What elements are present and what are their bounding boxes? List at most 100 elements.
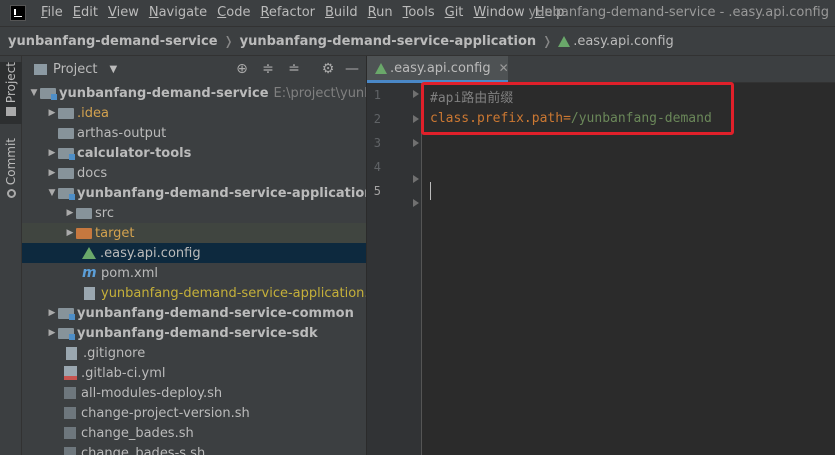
menu-view[interactable]: View bbox=[103, 0, 144, 26]
tree-row-root[interactable]: ▼ yunbanfang-demand-service E:\project\y… bbox=[22, 83, 366, 103]
module-folder-icon bbox=[58, 188, 75, 200]
breadcrumb-item-file[interactable]: .easy.api.config bbox=[573, 34, 674, 49]
chevron-right-icon[interactable]: ▶ bbox=[64, 208, 76, 218]
tree-row-target[interactable]: ▶ target bbox=[22, 223, 366, 243]
fold-marker-icon[interactable] bbox=[413, 175, 419, 183]
shell-script-icon bbox=[64, 387, 76, 399]
tree-label: yunbanfang-demand-service-application.im… bbox=[101, 285, 367, 301]
tree-label: yunbanfang-demand-service bbox=[59, 85, 269, 101]
config-file-icon bbox=[82, 247, 96, 259]
close-icon[interactable]: ✕ bbox=[499, 61, 509, 75]
fold-marker-icon[interactable] bbox=[413, 199, 419, 207]
tree-row-gitignore[interactable]: .gitignore bbox=[22, 343, 366, 363]
gear-icon[interactable]: ⚙ bbox=[320, 61, 336, 77]
hide-panel-icon[interactable]: — bbox=[344, 61, 360, 77]
tool-tab-project[interactable]: Project bbox=[0, 62, 22, 124]
menu-file[interactable]: File bbox=[36, 0, 68, 26]
tree-path: E:\project\yunbanfan bbox=[273, 85, 366, 101]
menu-run[interactable]: Run bbox=[363, 0, 398, 26]
chevron-right-icon[interactable]: ▶ bbox=[46, 108, 58, 118]
editor-gutter: 1 2 3 4 5 bbox=[367, 83, 422, 455]
config-file-icon bbox=[558, 35, 571, 47]
chevron-down-icon[interactable]: ▼ bbox=[28, 88, 40, 98]
folder-icon bbox=[6, 107, 16, 117]
folder-icon bbox=[58, 168, 74, 179]
module-folder-icon bbox=[58, 328, 75, 340]
chevron-right-icon[interactable]: ▶ bbox=[46, 168, 58, 178]
tree-label: arthas-output bbox=[77, 125, 167, 141]
chevron-right-icon[interactable]: ▶ bbox=[46, 328, 58, 338]
tree-row-docs[interactable]: ▶ docs bbox=[22, 163, 366, 183]
project-panel: Project ▼ ⊕ ≑ ≐ ⚙ — ▼ yunbanfang-demand-… bbox=[22, 56, 367, 455]
breadcrumb-item-module[interactable]: yunbanfang-demand-service-application bbox=[240, 34, 537, 49]
tree-label: yunbanfang-demand-service-common bbox=[77, 305, 354, 321]
chevron-down-icon[interactable]: ▼ bbox=[46, 188, 58, 198]
shell-script-icon bbox=[64, 447, 76, 455]
chevron-down-icon[interactable]: ▼ bbox=[109, 64, 117, 75]
module-folder-icon bbox=[58, 148, 75, 160]
menu-window[interactable]: Window bbox=[468, 0, 529, 26]
tree-row-calculator-tools[interactable]: ▶ calculator-tools bbox=[22, 143, 366, 163]
breadcrumb: yunbanfang-demand-service ❭ yunbanfang-d… bbox=[0, 26, 835, 56]
menu-code[interactable]: Code bbox=[212, 0, 255, 26]
project-panel-header: Project ▼ ⊕ ≑ ≐ ⚙ — bbox=[22, 56, 366, 83]
tree-row-all-modules-deploy[interactable]: all-modules-deploy.sh bbox=[22, 383, 366, 403]
project-tree: ▼ yunbanfang-demand-service E:\project\y… bbox=[22, 83, 367, 455]
menu-tools[interactable]: Tools bbox=[398, 0, 440, 26]
tree-label: target bbox=[95, 225, 135, 241]
line-number: 2 bbox=[373, 112, 381, 126]
tree-row-idea[interactable]: ▶ .idea bbox=[22, 103, 366, 123]
line-number: 4 bbox=[373, 160, 381, 174]
tree-row-easy-api-config[interactable]: .easy.api.config bbox=[22, 243, 366, 263]
project-panel-title[interactable]: Project bbox=[53, 62, 97, 77]
fold-marker-icon[interactable] bbox=[413, 115, 419, 123]
line-number: 5 bbox=[373, 184, 381, 198]
menu-edit[interactable]: Edit bbox=[68, 0, 103, 26]
tree-row-iml[interactable]: yunbanfang-demand-service-application.im… bbox=[22, 283, 367, 303]
menu-refactor[interactable]: Refactor bbox=[255, 0, 320, 26]
menu-git[interactable]: Git bbox=[440, 0, 469, 26]
tree-row-change-project-version[interactable]: change-project-version.sh bbox=[22, 403, 366, 423]
chevron-right-icon[interactable]: ▶ bbox=[46, 308, 58, 318]
tree-row-src[interactable]: ▶ src bbox=[22, 203, 366, 223]
maven-icon: m bbox=[82, 265, 97, 281]
folder-icon bbox=[58, 108, 74, 119]
tree-row-pom-xml[interactable]: m pom.xml bbox=[22, 263, 366, 283]
chevron-right-icon[interactable]: ▶ bbox=[46, 148, 58, 158]
folder-icon bbox=[58, 128, 74, 139]
tree-row-change-bades[interactable]: change_bades.sh bbox=[22, 423, 366, 443]
menu-build[interactable]: Build bbox=[320, 0, 363, 26]
commit-icon bbox=[6, 189, 16, 199]
iml-file-icon bbox=[84, 286, 95, 300]
tab-easy-api-config[interactable]: .easy.api.config ✕ bbox=[367, 56, 509, 83]
fold-marker-icon[interactable] bbox=[413, 90, 419, 98]
tree-row-application[interactable]: ▼ yunbanfang-demand-service-application bbox=[22, 183, 366, 203]
tree-row-gitlab-ci[interactable]: .gitlab-ci.yml bbox=[22, 363, 366, 383]
fold-marker-icon[interactable] bbox=[413, 139, 419, 147]
module-folder-icon bbox=[40, 88, 57, 100]
chevron-right-icon[interactable]: ▶ bbox=[64, 228, 76, 238]
tree-row-common[interactable]: ▶ yunbanfang-demand-service-common bbox=[22, 303, 366, 323]
menu-navigate[interactable]: Navigate bbox=[144, 0, 212, 26]
tree-label: src bbox=[95, 205, 114, 221]
tool-tab-commit[interactable]: Commit bbox=[0, 138, 22, 238]
tool-window-strip: Project Commit bbox=[0, 56, 22, 455]
breadcrumb-item-project[interactable]: yunbanfang-demand-service bbox=[8, 34, 218, 49]
tree-label: .idea bbox=[77, 105, 109, 121]
tree-row-change-bades-s[interactable]: change_bades-s.sh bbox=[22, 443, 366, 455]
locate-target-icon[interactable]: ⊕ bbox=[234, 61, 250, 77]
tree-row-sdk[interactable]: ▶ yunbanfang-demand-service-sdk bbox=[22, 323, 366, 343]
yaml-file-icon bbox=[64, 366, 77, 380]
code-editor[interactable]: #api路由前缀 class.prefix.path=/yunbanfang-d… bbox=[422, 83, 835, 455]
tree-label: docs bbox=[77, 165, 108, 181]
tree-row-arthas-output[interactable]: arthas-output bbox=[22, 123, 366, 143]
expand-all-icon[interactable]: ≑ bbox=[260, 61, 276, 77]
excluded-folder-icon bbox=[76, 228, 92, 239]
collapse-all-icon[interactable]: ≐ bbox=[286, 61, 302, 77]
tree-label: change_bades-s.sh bbox=[81, 445, 206, 455]
breadcrumb-separator-icon: ❭ bbox=[223, 34, 234, 48]
line-number: 3 bbox=[373, 136, 381, 150]
project-view-icon bbox=[34, 64, 47, 75]
editor-tab-bar: .easy.api.config ✕ bbox=[367, 56, 835, 83]
intellij-logo-icon[interactable] bbox=[10, 5, 26, 21]
